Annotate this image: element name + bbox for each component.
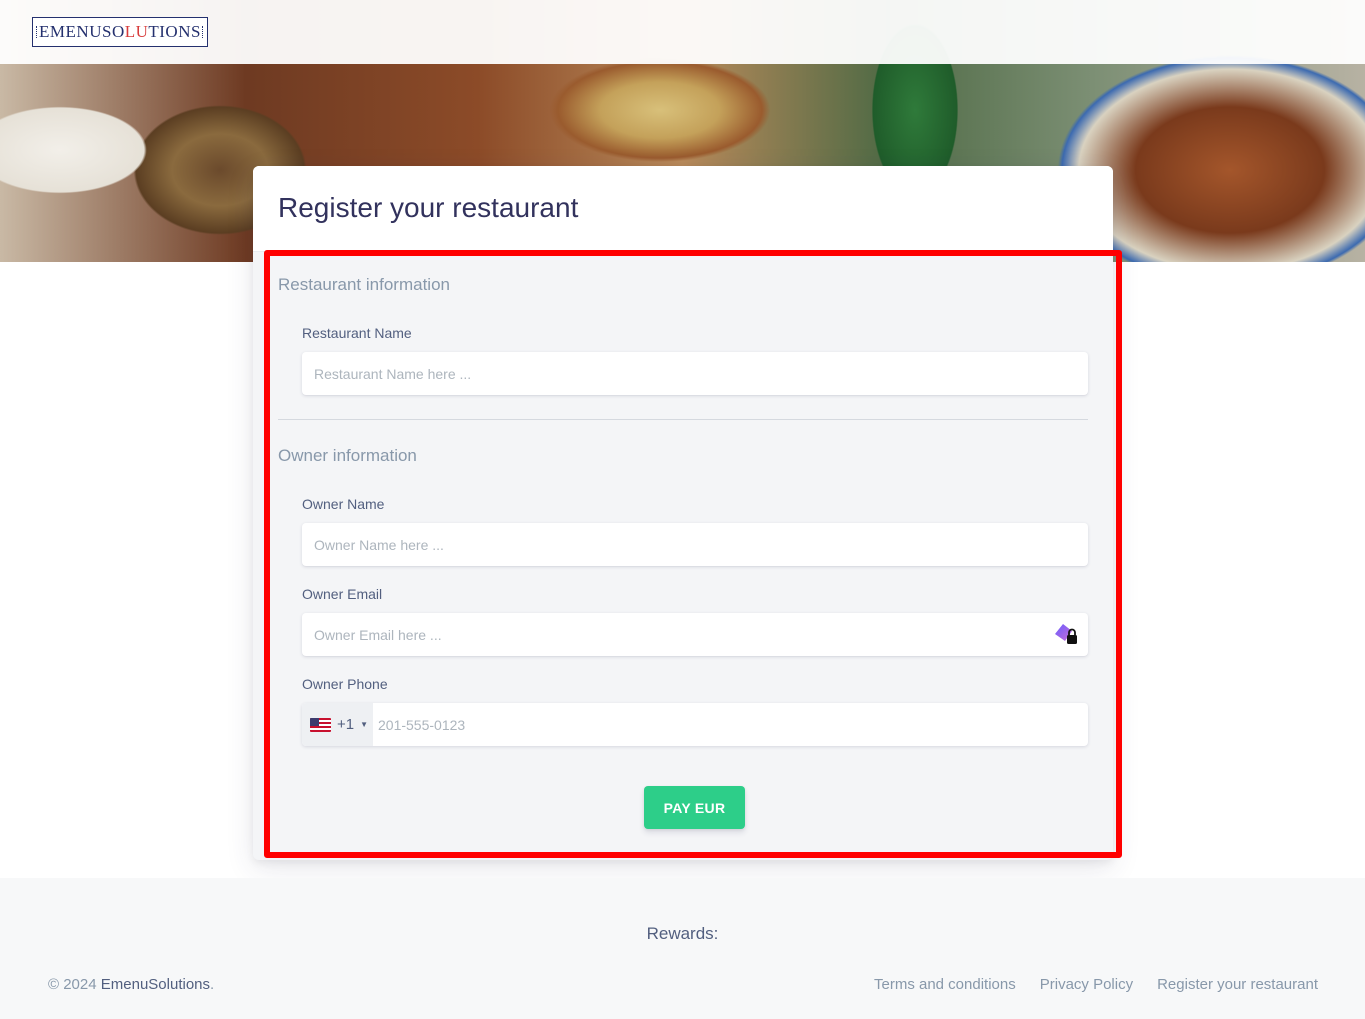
owner-info-heading: Owner information	[278, 446, 417, 465]
footer-link-register[interactable]: Register your restaurant	[1157, 976, 1318, 993]
section-divider	[278, 419, 1088, 420]
chevron-down-icon: ▼	[360, 720, 369, 729]
copyright-suffix: .	[210, 976, 215, 993]
footer-link-privacy[interactable]: Privacy Policy	[1040, 976, 1133, 993]
restaurant-name-input[interactable]	[302, 352, 1088, 395]
footer	[0, 878, 1365, 1019]
restaurant-name-label: Restaurant Name	[302, 325, 412, 341]
owner-name-label: Owner Name	[302, 496, 385, 512]
copyright-prefix: © 2024	[48, 976, 101, 993]
owner-phone-label: Owner Phone	[302, 676, 388, 692]
logo-text-accent: LU	[124, 22, 149, 41]
card-header: Register your restaurant	[253, 166, 1113, 252]
registration-card: Register your restaurant	[253, 166, 1113, 860]
owner-phone-field: +1 ▼	[302, 703, 1088, 746]
restaurant-info-heading: Restaurant information	[278, 275, 450, 294]
owner-email-input[interactable]	[302, 613, 1088, 656]
footer-links: Terms and conditions Privacy Policy Regi…	[874, 976, 1318, 993]
logo-text-part2: TIONS	[148, 22, 201, 41]
rewards-label: Rewards:	[646, 924, 719, 943]
top-navbar: EMENUSO LU TIONS	[0, 0, 1365, 64]
dial-code: +1	[337, 716, 355, 733]
copyright-brand-link[interactable]: EmenuSolutions	[101, 976, 210, 993]
page-title: Register your restaurant	[278, 192, 579, 223]
us-flag-icon	[310, 717, 331, 732]
logo-text-part1: EMENUSO	[39, 22, 125, 41]
country-code-select[interactable]: +1 ▼	[302, 703, 373, 746]
footer-link-terms[interactable]: Terms and conditions	[874, 976, 1016, 993]
pay-button[interactable]: PAY EUR	[644, 786, 745, 829]
owner-phone-input[interactable]	[373, 703, 1088, 746]
brand-logo[interactable]: EMENUSO LU TIONS	[32, 17, 208, 47]
copyright: © 2024 EmenuSolutions.	[48, 976, 214, 993]
owner-name-input[interactable]	[302, 523, 1088, 566]
owner-email-label: Owner Email	[302, 586, 383, 602]
password-manager-lock-icon[interactable]	[1053, 623, 1079, 647]
